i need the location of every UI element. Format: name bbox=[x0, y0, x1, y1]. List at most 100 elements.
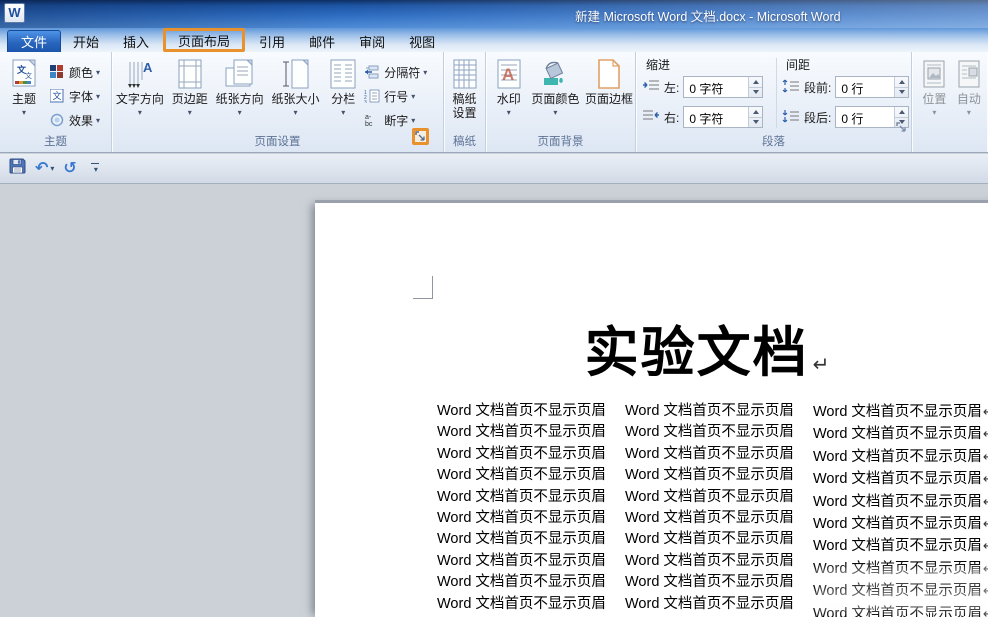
spin-up[interactable] bbox=[895, 107, 908, 118]
text-column[interactable]: Word 文档首页不显示页眉Word 文档首页不显示页眉Word 文档首页不显示… bbox=[437, 401, 600, 617]
margins-icon bbox=[176, 56, 204, 92]
body-line[interactable]: Word 文档首页不显示页眉 bbox=[625, 401, 788, 422]
body-line[interactable]: Word 文档首页不显示页眉↵ bbox=[813, 401, 983, 423]
body-line[interactable]: Word 文档首页不显示页眉 bbox=[437, 401, 600, 422]
group-arrange: 位置 ▾ 自动 ▾ bbox=[912, 52, 987, 152]
margins-button[interactable]: 页边距 ▾ bbox=[168, 52, 212, 136]
body-line[interactable]: Word 文档首页不显示页眉 bbox=[625, 572, 788, 593]
spin-down[interactable] bbox=[895, 88, 908, 98]
hyphenation-button[interactable]: a-bc 断字 ▾ bbox=[363, 108, 443, 132]
watermark-button[interactable]: A 水印 ▾ bbox=[490, 52, 528, 136]
window-title: 新建 Microsoft Word 文档.docx - Microsoft Wo… bbox=[575, 6, 841, 25]
spacing-before-spinner[interactable]: 0 行 bbox=[835, 76, 909, 98]
document-page[interactable]: 实验文档↵ Word 文档首页不显示页眉Word 文档首页不显示页眉Word 文… bbox=[315, 200, 988, 617]
body-line[interactable]: Word 文档首页不显示页眉↵ bbox=[813, 603, 983, 617]
body-line[interactable]: Word 文档首页不显示页眉↵ bbox=[813, 558, 983, 580]
paragraph-mark: ↵ bbox=[983, 471, 988, 486]
breaks-button[interactable]: 分隔符 ▾ bbox=[363, 60, 443, 84]
qat-customize-button[interactable]: ▾ bbox=[91, 163, 99, 174]
body-line[interactable]: Word 文档首页不显示页眉 bbox=[625, 508, 788, 529]
body-line[interactable]: Word 文档首页不显示页眉 bbox=[625, 422, 788, 443]
body-line[interactable]: Word 文档首页不显示页眉 bbox=[625, 551, 788, 572]
body-line[interactable]: Word 文档首页不显示页眉 bbox=[625, 529, 788, 550]
chevron-down-icon: ▾ bbox=[96, 116, 100, 125]
text-column[interactable]: Word 文档首页不显示页眉↵Word 文档首页不显示页眉↵Word 文档首页不… bbox=[813, 401, 983, 617]
body-line[interactable]: Word 文档首页不显示页眉 bbox=[437, 508, 600, 529]
columns-button[interactable]: 分栏 ▾ bbox=[323, 52, 363, 136]
page-borders-button[interactable]: 页面边框 bbox=[583, 52, 635, 136]
document-workspace: 实验文档↵ Word 文档首页不显示页眉Word 文档首页不显示页眉Word 文… bbox=[0, 184, 988, 617]
word-app-icon[interactable]: W bbox=[4, 3, 25, 23]
tab-references[interactable]: 引用 bbox=[247, 30, 297, 52]
body-line[interactable]: Word 文档首页不显示页眉↵ bbox=[813, 423, 983, 445]
tab-view[interactable]: 视图 bbox=[397, 30, 447, 52]
body-line[interactable]: Word 文档首页不显示页眉 bbox=[437, 529, 600, 550]
text-direction-button[interactable]: A 文字方向 ▾ bbox=[112, 52, 168, 136]
line-numbers-button[interactable]: 123 行号 ▾ bbox=[363, 84, 443, 108]
body-line[interactable]: Word 文档首页不显示页眉↵ bbox=[813, 468, 983, 490]
body-line[interactable]: Word 文档首页不显示页眉 bbox=[437, 551, 600, 572]
body-line[interactable]: Word 文档首页不显示页眉 bbox=[437, 465, 600, 486]
spin-up[interactable] bbox=[749, 77, 762, 88]
watermark-icon: A bbox=[496, 56, 522, 92]
tab-review[interactable]: 审阅 bbox=[347, 30, 397, 52]
body-line[interactable]: Word 文档首页不显示页眉 bbox=[437, 444, 600, 465]
group-page-background: A 水印 ▾ 页面颜色 ▾ 页面边框 bbox=[486, 52, 636, 152]
undo-button[interactable]: ↶ ▾ bbox=[35, 161, 54, 177]
body-line[interactable]: Word 文档首页不显示页眉↵ bbox=[813, 580, 983, 602]
chevron-down-icon: ▾ bbox=[932, 108, 936, 117]
paper-size-button[interactable]: 纸张大小 ▾ bbox=[268, 52, 324, 136]
indent-right-spinner[interactable]: 0 字符 bbox=[683, 106, 763, 128]
spin-up[interactable] bbox=[895, 77, 908, 88]
text-column[interactable]: Word 文档首页不显示页眉Word 文档首页不显示页眉Word 文档首页不显示… bbox=[625, 401, 788, 617]
body-line[interactable]: Word 文档首页不显示页眉 bbox=[625, 487, 788, 508]
svg-text:3: 3 bbox=[364, 100, 367, 103]
body-line[interactable]: Word 文档首页不显示页眉 bbox=[625, 444, 788, 465]
theme-fonts-button[interactable]: 文 字体 ▾ bbox=[48, 84, 110, 108]
hyphenation-icon: a-bc bbox=[363, 112, 381, 128]
undo-icon: ↶ bbox=[35, 161, 48, 177]
wrap-text-button[interactable]: 自动 ▾ bbox=[951, 52, 987, 136]
spin-up[interactable] bbox=[749, 107, 762, 118]
svg-text:A: A bbox=[502, 65, 514, 84]
body-line[interactable]: Word 文档首页不显示页眉 bbox=[437, 422, 600, 443]
chevron-down-icon: ▾ bbox=[293, 108, 297, 117]
theme-effects-button[interactable]: 效果 ▾ bbox=[48, 108, 110, 132]
save-button[interactable] bbox=[9, 158, 26, 180]
body-line[interactable]: Word 文档首页不显示页眉 bbox=[437, 594, 600, 615]
orientation-icon bbox=[224, 56, 256, 92]
group-page-setup: A 文字方向 ▾ 页边距 ▾ 纸张方向 ▾ bbox=[112, 52, 444, 152]
redo-button[interactable]: ↺ bbox=[63, 161, 76, 177]
spin-down[interactable] bbox=[749, 118, 762, 128]
spin-down[interactable] bbox=[749, 88, 762, 98]
body-line[interactable]: Word 文档首页不显示页眉 bbox=[437, 487, 600, 508]
theme-colors-button[interactable]: 颜色 ▾ bbox=[48, 60, 110, 84]
body-line[interactable]: Word 文档首页不显示页眉↵ bbox=[813, 491, 983, 513]
body-line[interactable]: Word 文档首页不显示页眉 bbox=[437, 572, 600, 593]
themes-button[interactable]: 文文 主题 ▾ bbox=[0, 52, 48, 136]
chevron-down-icon: ▾ bbox=[967, 108, 971, 117]
undo-dropdown[interactable]: ▾ bbox=[50, 164, 54, 173]
body-line[interactable]: Word 文档首页不显示页眉↵ bbox=[813, 535, 983, 557]
body-line[interactable]: Word 文档首页不显示页眉 bbox=[625, 465, 788, 486]
page-layout-highlight-box: 页面布局 bbox=[163, 28, 245, 52]
body-line[interactable]: Word 文档首页不显示页眉 bbox=[625, 594, 788, 615]
tab-page-layout[interactable]: 页面布局 bbox=[166, 31, 242, 49]
body-line[interactable]: Word 文档首页不显示页眉↵ bbox=[813, 513, 983, 535]
body-line[interactable]: Word 文档首页不显示页眉↵ bbox=[813, 446, 983, 468]
indent-left-spinner[interactable]: 0 字符 bbox=[683, 76, 763, 98]
tab-insert[interactable]: 插入 bbox=[111, 30, 161, 52]
chevron-down-icon: ▾ bbox=[238, 108, 242, 117]
chevron-down-icon: ▾ bbox=[411, 116, 415, 125]
tab-home[interactable]: 开始 bbox=[61, 30, 111, 52]
orientation-button[interactable]: 纸张方向 ▾ bbox=[212, 52, 268, 136]
tab-mailings[interactable]: 邮件 bbox=[297, 30, 347, 52]
document-title[interactable]: 实验文档↵ bbox=[437, 315, 977, 391]
qat-customize-dropdown-icon: ▾ bbox=[94, 165, 98, 174]
page-color-button[interactable]: 页面颜色 ▾ bbox=[528, 52, 584, 136]
paragraph-dialog-launcher[interactable] bbox=[896, 122, 907, 133]
tab-file[interactable]: 文件 bbox=[7, 30, 61, 52]
paragraph-mark: ↵ bbox=[813, 352, 830, 376]
position-button[interactable]: 位置 ▾ bbox=[918, 52, 951, 136]
manuscript-settings-button[interactable]: 稿纸 设置 bbox=[445, 52, 485, 136]
